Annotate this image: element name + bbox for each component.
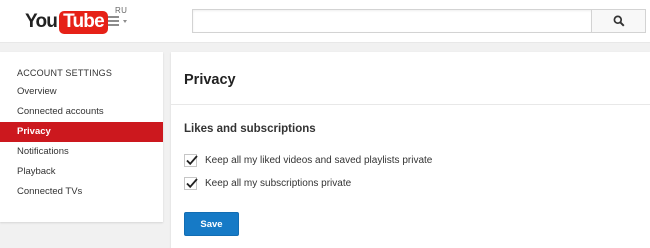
nav-heading: ACCOUNT SETTINGS [17, 68, 113, 78]
search-input[interactable] [192, 9, 592, 33]
logo-you-text: You [25, 11, 58, 32]
magnifier-icon [613, 15, 625, 27]
privacy-settings-panel: Privacy Likes and subscriptions Keep all… [171, 52, 650, 248]
save-button[interactable]: Save [184, 212, 239, 236]
logo-region-label: RU [115, 6, 128, 15]
divider [171, 104, 650, 105]
option-label: Keep all my liked videos and saved playl… [205, 154, 433, 166]
guide-menu-button[interactable] [108, 15, 130, 29]
section-heading: Likes and subscriptions [184, 123, 316, 135]
subscriptions-private-checkbox[interactable] [184, 176, 198, 190]
nav-item-playback[interactable]: Playback [0, 162, 163, 182]
liked-videos-private-checkbox[interactable] [184, 153, 198, 167]
nav-item-connected-tvs[interactable]: Connected TVs [0, 182, 163, 202]
page-title: Privacy [184, 72, 236, 88]
hamburger-menu-icon [108, 16, 119, 28]
option-label: Keep all my subscriptions private [205, 177, 352, 189]
caret-down-icon [123, 20, 127, 23]
search-button[interactable] [591, 9, 646, 33]
masthead: You Tube RU [0, 0, 650, 43]
nav-item-overview[interactable]: Overview [0, 82, 163, 102]
nav-item-notifications[interactable]: Notifications [0, 142, 163, 162]
checkmark-icon [186, 154, 198, 165]
subscriptions-private-option[interactable]: Keep all my subscriptions private [184, 176, 351, 190]
liked-videos-private-option[interactable]: Keep all my liked videos and saved playl… [184, 153, 432, 167]
logo-tube-text: Tube [59, 10, 108, 34]
account-settings-nav: ACCOUNT SETTINGS Overview Connected acco… [0, 52, 163, 222]
nav-item-privacy[interactable]: Privacy [0, 122, 163, 142]
youtube-logo[interactable]: You Tube RU [25, 6, 127, 34]
checkmark-icon [186, 177, 198, 188]
nav-item-connected-accounts[interactable]: Connected accounts [0, 102, 163, 122]
